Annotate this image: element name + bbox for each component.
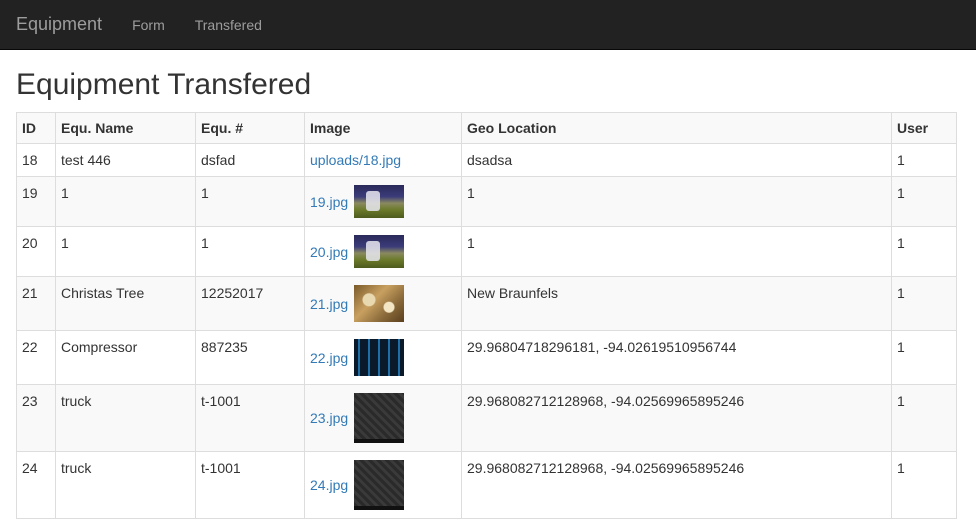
cell-image: 22.jpg <box>304 330 462 385</box>
cell-equipment-number: t-1001 <box>195 451 305 519</box>
column-header-image: Image <box>304 112 462 144</box>
cell-geo-location: dsadsa <box>461 143 892 177</box>
image-thumbnail[interactable] <box>354 339 405 376</box>
cell-user: 1 <box>891 143 957 177</box>
nav-link-transfered[interactable]: Transfered <box>180 17 277 33</box>
cell-equipment-name: Compressor <box>55 330 196 385</box>
top-navbar: Equipment Form Transfered <box>0 0 976 50</box>
table-row: 23 truck t-1001 23.jpg 29.968082712128968, -… <box>16 384 957 452</box>
column-header-geo-location: Geo Location <box>461 112 892 144</box>
image-cell-content: 21.jpg <box>310 285 456 322</box>
image-thumbnail[interactable] <box>354 460 405 510</box>
cell-equipment-name: truck <box>55 384 196 452</box>
cell-equipment-number: dsfad <box>195 143 305 177</box>
cell-equipment-number: 1 <box>195 226 305 277</box>
cell-equipment-name: 1 <box>55 176 196 227</box>
image-link[interactable]: 22.jpg <box>310 350 348 366</box>
image-cell-content: 22.jpg <box>310 339 456 376</box>
cell-image: 23.jpg <box>304 384 462 452</box>
column-header-number: Equ. # <box>195 112 305 144</box>
page-title: Equipment Transfered <box>16 68 312 101</box>
table-header-row: ID Equ. Name Equ. # Image Geo Location U… <box>16 112 957 144</box>
image-link[interactable]: uploads/18.jpg <box>310 152 401 168</box>
table-row: 18 test 446 dsfad uploads/18.jpg dsadsa 1 <box>16 143 957 177</box>
image-thumbnail[interactable] <box>354 393 405 443</box>
cell-equipment-number: t-1001 <box>195 384 305 452</box>
image-thumbnail[interactable] <box>354 235 405 268</box>
image-cell-content: uploads/18.jpg <box>310 152 456 168</box>
image-link[interactable]: 19.jpg <box>310 194 348 210</box>
cell-user: 1 <box>891 330 957 385</box>
image-link[interactable]: 24.jpg <box>310 477 348 493</box>
nav-link-form[interactable]: Form <box>117 17 180 33</box>
cell-user: 1 <box>891 451 957 519</box>
cell-id: 21 <box>16 276 56 331</box>
cell-equipment-number: 1 <box>195 176 305 227</box>
cell-user: 1 <box>891 176 957 227</box>
cell-equipment-number: 887235 <box>195 330 305 385</box>
cell-id: 20 <box>16 226 56 277</box>
cell-user: 1 <box>891 384 957 452</box>
cell-id: 23 <box>16 384 56 452</box>
cell-equipment-name: 1 <box>55 226 196 277</box>
image-link[interactable]: 21.jpg <box>310 296 348 312</box>
cell-image: 19.jpg <box>304 176 462 227</box>
image-link[interactable]: 20.jpg <box>310 244 348 260</box>
cell-image: 24.jpg <box>304 451 462 519</box>
cell-geo-location: 29.968082712128968, -94.02569965895246 <box>461 451 892 519</box>
column-header-user: User <box>891 112 957 144</box>
cell-equipment-number: 12252017 <box>195 276 305 331</box>
image-cell-content: 23.jpg <box>310 393 456 443</box>
cell-image: 21.jpg <box>304 276 462 331</box>
cell-image: uploads/18.jpg <box>304 143 462 177</box>
column-header-id: ID <box>16 112 56 144</box>
cell-user: 1 <box>891 276 957 331</box>
table-row: 21 Christas Tree 12252017 21.jpg New Braunfe… <box>16 276 957 331</box>
image-link[interactable]: 23.jpg <box>310 410 348 426</box>
cell-equipment-name: test 446 <box>55 143 196 177</box>
cell-geo-location: 29.96804718296181, -94.02619510956744 <box>461 330 892 385</box>
equipment-table: ID Equ. Name Equ. # Image Geo Location U… <box>16 112 957 519</box>
cell-id: 19 <box>16 176 56 227</box>
cell-geo-location: New Braunfels <box>461 276 892 331</box>
cell-geo-location: 1 <box>461 226 892 277</box>
cell-equipment-name: truck <box>55 451 196 519</box>
column-header-name: Equ. Name <box>55 112 196 144</box>
table-row: 22 Compressor 887235 22.jpg 29.9680471829618… <box>16 330 957 385</box>
cell-user: 1 <box>891 226 957 277</box>
image-thumbnail[interactable] <box>354 185 405 218</box>
cell-geo-location: 29.968082712128968, -94.02569965895246 <box>461 384 892 452</box>
cell-image: 20.jpg <box>304 226 462 277</box>
table-row: 24 truck t-1001 24.jpg 29.968082712128968, -… <box>16 451 957 519</box>
image-cell-content: 24.jpg <box>310 460 456 510</box>
navbar-brand[interactable]: Equipment <box>0 14 117 35</box>
cell-id: 22 <box>16 330 56 385</box>
image-cell-content: 19.jpg <box>310 185 456 218</box>
image-thumbnail[interactable] <box>354 285 405 322</box>
image-cell-content: 20.jpg <box>310 235 456 268</box>
table-row: 19 1 1 19.jpg 1 1 <box>16 176 957 227</box>
cell-geo-location: 1 <box>461 176 892 227</box>
cell-id: 18 <box>16 143 56 177</box>
cell-equipment-name: Christas Tree <box>55 276 196 331</box>
table-row: 20 1 1 20.jpg 1 1 <box>16 226 957 277</box>
cell-id: 24 <box>16 451 56 519</box>
